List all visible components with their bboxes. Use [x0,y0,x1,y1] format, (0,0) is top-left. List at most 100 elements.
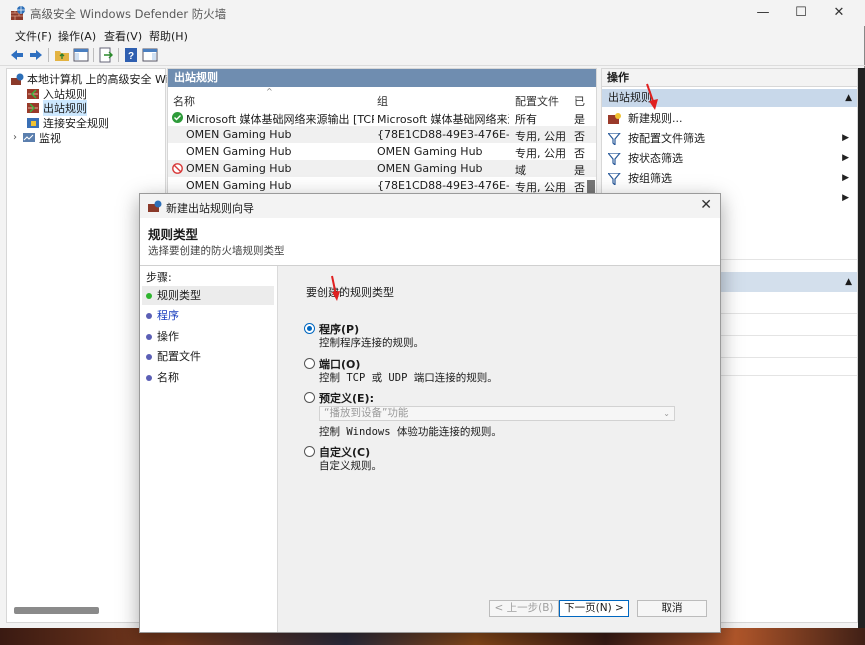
rule-name: OMEN Gaming Hub [186,162,292,175]
back-button[interactable]: < 上一步(B) [489,600,559,617]
rule-name: OMEN Gaming Hub [186,145,292,158]
filter-icon [608,153,621,165]
step-label: 操作 [157,330,179,343]
rule-group: Microsoft 媒体基础网络来源 [377,113,509,126]
rule-name: Microsoft 媒体基础网络来源输出 [TCP A... [186,113,374,126]
menu-file[interactable]: 文件(F) [15,28,52,44]
menu-view[interactable]: 查看(V) [104,28,142,44]
new-outbound-rule-wizard: 新建出站规则向导 ✕ 规则类型 选择要创建的防火墙规则类型 步骤: 规则类型 程… [139,193,721,633]
radio-custom[interactable] [304,446,315,457]
list-pane-header: 出站规则 [168,69,596,87]
radio-program[interactable] [304,323,315,334]
show-hide-action-pane-icon[interactable] [142,47,158,63]
radio-predefined[interactable] [304,392,315,403]
option-description: 控制 Windows 体验功能连接的规则。 [319,426,502,438]
step-bullet-icon [146,354,152,360]
action-filter-by-group[interactable]: 按组筛选 ▶ [602,169,857,188]
action-label: 按配置文件筛选 [628,132,705,145]
table-row[interactable]: OMEN Gaming Hub OMEN Gaming Hub 域 是 [168,160,596,177]
table-row[interactable]: OMEN Gaming Hub OMEN Gaming Hub 专用, 公用 否 [168,143,596,160]
action-filter-by-state[interactable]: 按状态筛选 ▶ [602,149,857,168]
step-profile[interactable]: 配置文件 [142,347,274,366]
firewall-icon [148,200,162,212]
predefined-select-value: “播放到设备”功能 [324,407,409,419]
show-hide-tree-icon[interactable] [73,47,89,63]
close-button[interactable]: ✕ [820,0,858,26]
toolbar: ? [0,44,865,66]
monitoring-icon [23,132,35,142]
allow-check-icon [172,112,183,123]
actions-section-outbound[interactable]: 出站规则 ▲ [602,89,857,107]
export-list-icon[interactable] [98,47,114,63]
option-description: 控制 TCP 或 UDP 端口连接的规则。 [319,372,498,384]
action-filter-by-profile[interactable]: 按配置文件筛选 ▶ [602,129,857,148]
rule-group: OMEN Gaming Hub [377,145,483,158]
new-rule-icon [608,113,621,124]
tree-item-outbound[interactable]: 出站规则 [27,99,87,116]
step-name[interactable]: 名称 [142,368,274,387]
dialog-close-button[interactable]: ✕ [700,197,712,213]
dialog-header: 规则类型 选择要创建的防火墙规则类型 [140,218,720,266]
step-program[interactable]: 程序 [142,306,274,325]
column-header-group[interactable]: 组 [377,93,388,109]
title-bar: 高级安全 Windows Defender 防火墙 — ☐ ✕ [0,0,865,26]
maximize-button[interactable]: ☐ [782,0,820,26]
step-rule-type[interactable]: 规则类型 [142,286,274,305]
block-icon [172,163,183,174]
radio-port[interactable] [304,358,315,369]
list-vertical-scrollbar[interactable] [587,180,595,194]
table-row[interactable]: Microsoft 媒体基础网络来源输出 [TCP A... Microsoft… [168,109,596,126]
help-icon[interactable]: ? [123,47,139,63]
step-label: 名称 [157,371,179,384]
tree-item-label: 出站规则 [43,99,87,116]
tree-root-local-computer[interactable]: 本地计算机 上的高级安全 Windo [11,71,189,86]
back-arrow-icon[interactable] [9,47,25,63]
toolbar-separator [48,48,49,62]
dialog-title-bar: 新建出站规则向导 ✕ [140,194,720,218]
collapse-triangle-icon[interactable]: ▲ [845,273,852,291]
menu-action[interactable]: 操作(A) [58,28,96,44]
submenu-arrow-icon: ▶ [842,153,849,163]
cancel-button[interactable]: 取消 [637,600,707,617]
annotation-arrow-icon [646,83,658,110]
submenu-arrow-icon: ▶ [842,193,849,203]
dialog-heading: 规则类型 [148,227,199,242]
action-new-rule[interactable]: 新建规则... [602,109,857,128]
column-header-name[interactable]: 名称 [173,93,195,109]
rule-profile: 专用, 公用 [515,130,566,143]
chevron-down-icon: ⌄ [663,409,670,418]
table-row[interactable]: OMEN Gaming Hub {78E1CD88-49E3-476E-B9..… [168,177,596,194]
collapse-triangle-icon[interactable]: ▲ [845,89,852,107]
step-label: 规则类型 [157,289,201,302]
rule-enabled: 是 [574,113,585,126]
column-header-profile[interactable]: 配置文件 [515,93,559,109]
submenu-arrow-icon: ▶ [842,173,849,183]
tree-item-monitoring[interactable]: › 监视 [13,130,61,145]
up-folder-icon[interactable] [54,47,70,63]
firewall-icon [11,73,24,85]
action-label: 按状态筛选 [628,152,683,165]
rule-enabled: 否 [574,130,585,143]
option-description: 自定义规则。 [319,460,382,472]
next-button[interactable]: 下一页(N) > [559,600,629,617]
annotation-arrow-icon [331,275,340,301]
desktop-edge [858,68,865,628]
menu-bar: 文件(F) 操作(A) 查看(V) 帮助(H) [0,26,865,44]
step-bullet-icon [146,334,152,340]
tree-horizontal-scrollbar[interactable] [14,607,99,614]
step-bullet-icon [146,293,152,299]
step-bullet-icon [146,313,152,319]
step-action[interactable]: 操作 [142,327,274,346]
predefined-select[interactable]: “播放到设备”功能 ⌄ [319,406,675,421]
table-row[interactable]: OMEN Gaming Hub {78E1CD88-49E3-476E-B9..… [168,126,596,143]
rule-group: {78E1CD88-49E3-476E-B9... [377,128,509,141]
forward-arrow-icon[interactable] [28,47,44,63]
rule-enabled: 否 [574,147,585,160]
minimize-button[interactable]: — [744,0,782,26]
rule-type-prompt: 要创建的规则类型 [306,286,394,299]
column-header-enabled[interactable]: 已 [574,93,585,109]
menu-help[interactable]: 帮助(H) [149,28,188,44]
expand-chevron-icon[interactable]: › [13,132,23,143]
tree-item-connection-security[interactable]: 连接安全规则 [27,115,109,130]
rule-name: OMEN Gaming Hub [186,128,292,141]
